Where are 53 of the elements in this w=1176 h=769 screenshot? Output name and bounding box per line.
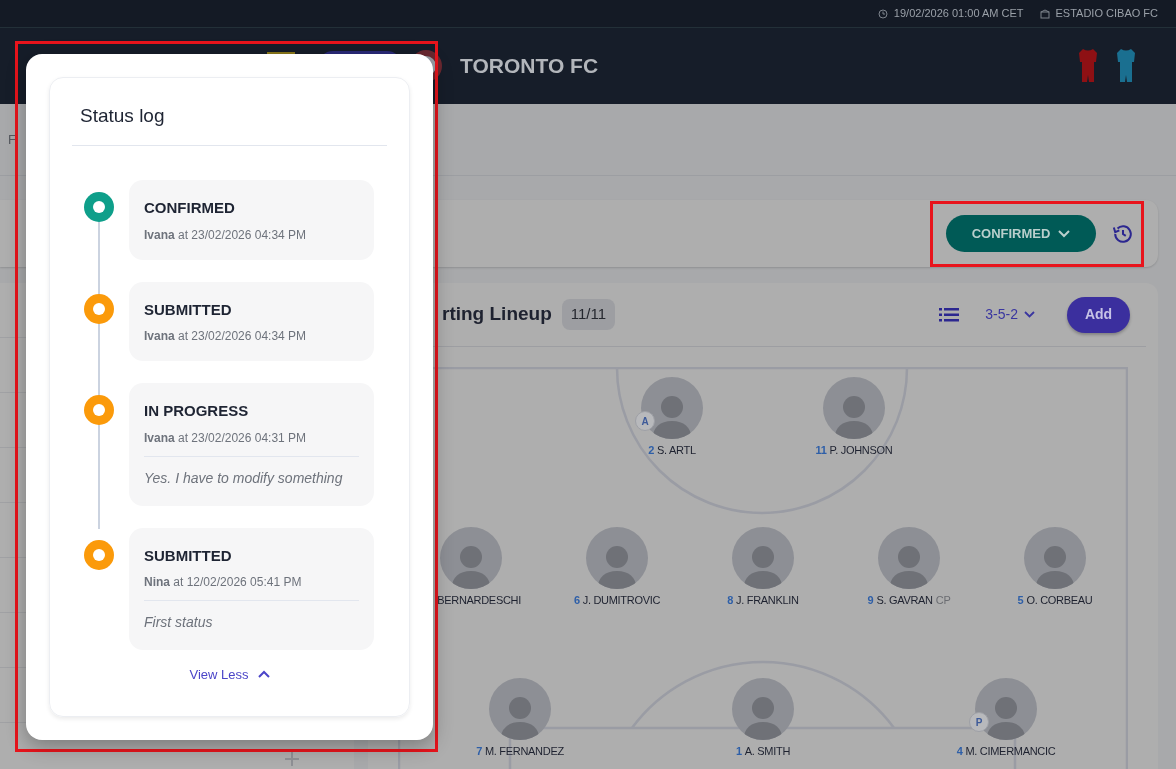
entry-comment: Yes. I have to modify something — [144, 469, 343, 486]
player-count-badge: 11/11 — [561, 299, 616, 330]
lineup-title: rting Lineup — [442, 302, 552, 327]
player-number: 11 — [815, 443, 827, 458]
clock-icon — [877, 8, 888, 19]
player-role-badge: A — [635, 411, 655, 431]
player-number: 1 — [735, 744, 742, 759]
formation-dropdown[interactable]: 3-5-2 — [985, 304, 1035, 325]
player-number: 6 — [573, 593, 580, 608]
player-number: 5 — [1017, 593, 1024, 608]
player-name: J. FRANKLIN — [736, 593, 799, 608]
status-dropdown[interactable]: CONFIRMED — [946, 215, 1096, 252]
player-number: 7 — [476, 744, 482, 759]
team-name: TORONTO FC — [460, 53, 599, 80]
stadium-icon — [1039, 8, 1050, 19]
player-tag: CP — [935, 592, 951, 609]
player-name: A. SMITH — [744, 744, 791, 759]
page-tab[interactable]: F — [8, 129, 16, 150]
player-number: 2 — [648, 443, 655, 458]
player-name: O. CORBEAU — [1026, 593, 1093, 608]
entry-status: SUBMITTED — [144, 545, 233, 566]
jersey-icon — [1116, 48, 1136, 84]
player-role-badge: P — [969, 712, 989, 732]
jersey-icon — [1078, 48, 1098, 84]
entry-status: SUBMITTED — [144, 299, 233, 320]
plus-icon[interactable] — [284, 751, 300, 767]
player-name: M. FERNANDEZ — [484, 744, 564, 759]
add-button[interactable]: Add — [1067, 296, 1130, 333]
entry-meta: Ivana at 23/02/2026 04:34 PM — [144, 328, 308, 345]
view-less-link[interactable]: View Less — [189, 664, 270, 684]
entry-status: IN PROGRESS — [144, 401, 250, 421]
chevron-up-icon — [257, 670, 270, 679]
player-number: 9 — [867, 593, 874, 608]
list-icon[interactable] — [939, 307, 960, 322]
entry-status: CONFIRMED — [144, 198, 236, 218]
player-name: P. JOHNSON — [829, 443, 893, 458]
player-number: 4 — [956, 744, 963, 759]
stadium-name: ESTADIO CIBAO FC — [1055, 6, 1158, 22]
player-name: S. GAVRAN — [876, 593, 933, 608]
player-name: M. CIMERMANCIC — [965, 744, 1056, 759]
chevron-down-icon — [1058, 229, 1071, 238]
player-number: 8 — [727, 593, 734, 608]
dialog-title: Status log — [80, 103, 165, 128]
history-icon[interactable] — [1112, 222, 1134, 245]
entry-meta: Nina at 12/02/2026 05:41 PM — [144, 574, 303, 591]
match-datetime: 19/02/2026 01:00 AM CET — [893, 6, 1024, 22]
entry-meta: Ivana at 23/02/2026 04:34 PM — [144, 226, 308, 244]
chevron-down-icon — [1024, 311, 1035, 318]
entry-meta: Ivana at 23/02/2026 04:31 PM — [144, 429, 308, 447]
player-name: J. DUMITROVIC — [582, 593, 661, 608]
player-name: S. ARTL — [657, 443, 696, 458]
entry-comment: First status — [144, 614, 213, 630]
player-name: BERNARDESCHI — [437, 593, 521, 608]
